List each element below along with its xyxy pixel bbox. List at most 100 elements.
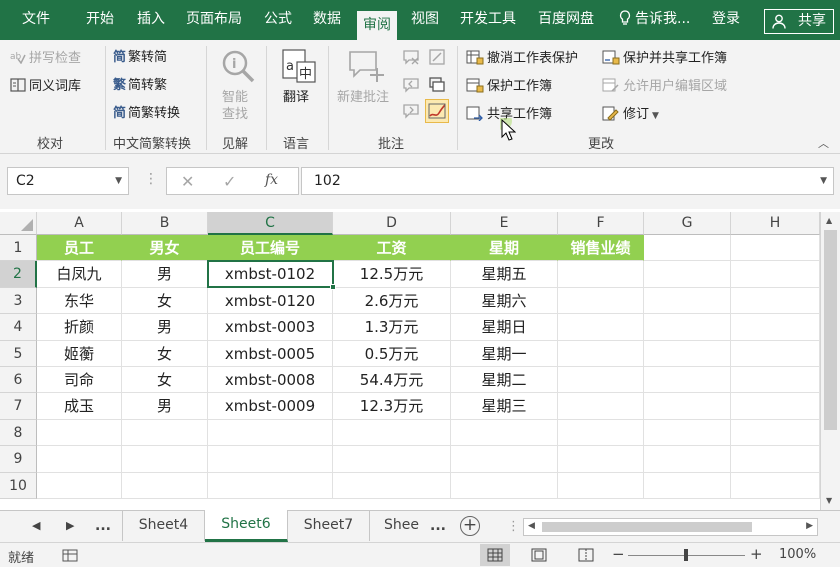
- insert-function-icon[interactable]: fx: [265, 172, 278, 188]
- cell-c10[interactable]: [208, 472, 333, 499]
- column-header-e[interactable]: E: [451, 212, 558, 235]
- cell-g2[interactable]: [644, 261, 731, 288]
- edit-comment-button[interactable]: [428, 48, 446, 70]
- row-header-3[interactable]: 3: [0, 287, 37, 315]
- cell-g7[interactable]: [644, 393, 731, 420]
- cell-a2[interactable]: 白凤九: [37, 261, 122, 288]
- more-tabs-right[interactable]: ...: [430, 511, 446, 541]
- cell-f7[interactable]: [558, 393, 644, 420]
- cell-h4[interactable]: [731, 314, 820, 341]
- row-header-10[interactable]: 10: [0, 472, 37, 499]
- cell-c4[interactable]: xmbst-0003: [208, 314, 333, 341]
- cell-b4[interactable]: 男: [122, 314, 208, 341]
- sheet-tab[interactable]: Sheet4: [122, 511, 205, 541]
- cell-f6[interactable]: [558, 367, 644, 394]
- chinese-convert-button[interactable]: 简简繁转换: [113, 106, 180, 122]
- cell-e9[interactable]: [451, 446, 558, 473]
- h-scroll-thumb[interactable]: [542, 522, 752, 532]
- cell-e2[interactable]: 星期五: [451, 261, 558, 288]
- chevron-down-icon[interactable]: ▼: [115, 168, 122, 194]
- cell-d8[interactable]: [333, 419, 451, 447]
- cell-c2[interactable]: xmbst-0102: [208, 261, 333, 288]
- scroll-thumb[interactable]: [824, 230, 837, 430]
- cell-f8[interactable]: [558, 419, 644, 447]
- tab-baidu-netdisk[interactable]: 百度网盘: [538, 0, 594, 40]
- cell-b10[interactable]: [122, 472, 208, 499]
- smart-lookup-button[interactable]: i: [220, 48, 256, 88]
- tab-review[interactable]: 审阅: [357, 11, 397, 40]
- column-header-b[interactable]: B: [122, 212, 208, 235]
- cell-b5[interactable]: 女: [122, 340, 208, 367]
- row-header-2[interactable]: 2: [0, 261, 37, 288]
- cell-f5[interactable]: [558, 340, 644, 367]
- to-traditional-button[interactable]: 繁简转繁: [113, 78, 167, 94]
- zoom-out-button[interactable]: −: [612, 545, 625, 563]
- cell-a9[interactable]: [37, 446, 122, 473]
- select-all-corner[interactable]: [0, 212, 37, 235]
- page-layout-view-icon[interactable]: [531, 548, 547, 562]
- tab-page-layout[interactable]: 页面布局: [186, 0, 242, 40]
- tab-data[interactable]: 数据: [313, 0, 341, 40]
- previous-comment-button[interactable]: [402, 76, 420, 98]
- cell-e5[interactable]: 星期一: [451, 340, 558, 367]
- scroll-tabs-left-icon[interactable]: ◀: [32, 511, 40, 541]
- delete-comment-button[interactable]: [402, 48, 420, 70]
- track-changes-button[interactable]: 修订 ▼: [602, 106, 659, 124]
- cell-e3[interactable]: 星期六: [451, 287, 558, 315]
- cell-d6[interactable]: 54.4万元: [333, 367, 451, 394]
- cell-d4[interactable]: 1.3万元: [333, 314, 451, 341]
- horizontal-scrollbar[interactable]: ◀ ▶: [523, 518, 818, 536]
- thesaurus-button[interactable]: 同义词库: [10, 78, 81, 95]
- cell-h6[interactable]: [731, 367, 820, 394]
- column-header-g[interactable]: G: [644, 212, 731, 235]
- unprotect-sheet-button[interactable]: 撤消工作表保护: [466, 50, 578, 67]
- cell-d7[interactable]: 12.3万元: [333, 393, 451, 420]
- cell-c9[interactable]: [208, 446, 333, 473]
- login-link[interactable]: 登录: [712, 0, 740, 40]
- cell-e6[interactable]: 星期二: [451, 367, 558, 394]
- formula-input[interactable]: 102 ▼: [301, 167, 834, 195]
- expand-formula-icon[interactable]: ▼: [820, 168, 827, 194]
- cell-c3[interactable]: xmbst-0120: [208, 287, 333, 315]
- macro-record-icon[interactable]: [62, 549, 78, 562]
- zoom-in-button[interactable]: +: [750, 545, 763, 563]
- show-ink-button[interactable]: [425, 99, 449, 123]
- cell-f2[interactable]: [558, 261, 644, 288]
- cell-f4[interactable]: [558, 314, 644, 341]
- row-header-7[interactable]: 7: [0, 393, 37, 420]
- cell-d3[interactable]: 2.6万元: [333, 287, 451, 315]
- row-header-9[interactable]: 9: [0, 446, 37, 473]
- cell-e7[interactable]: 星期三: [451, 393, 558, 420]
- column-header-a[interactable]: A: [37, 212, 122, 235]
- translate-button[interactable]: a中: [281, 48, 317, 90]
- scroll-tabs-right-icon[interactable]: ▶: [66, 511, 74, 541]
- column-header-d[interactable]: D: [333, 212, 451, 235]
- sheet-tab[interactable]: Shee: [370, 511, 426, 541]
- cell-c1[interactable]: 员工编号: [208, 235, 333, 262]
- cell-a3[interactable]: 东华: [37, 287, 122, 315]
- cell-a10[interactable]: [37, 472, 122, 499]
- share-button[interactable]: 共享: [764, 9, 834, 34]
- cell-h5[interactable]: [731, 340, 820, 367]
- tab-view[interactable]: 视图: [411, 0, 439, 40]
- row-header-1[interactable]: 1: [0, 235, 37, 262]
- row-header-6[interactable]: 6: [0, 367, 37, 394]
- cell-d5[interactable]: 0.5万元: [333, 340, 451, 367]
- cell-d10[interactable]: [333, 472, 451, 499]
- cell-b1[interactable]: 男女: [122, 235, 208, 262]
- cell-h1[interactable]: [731, 235, 820, 262]
- cell-b2[interactable]: 男: [122, 261, 208, 288]
- scroll-up-icon[interactable]: ▲: [826, 216, 832, 225]
- cell-c6[interactable]: xmbst-0008: [208, 367, 333, 394]
- cell-a7[interactable]: 成玉: [37, 393, 122, 420]
- enter-icon[interactable]: ✓: [223, 172, 236, 191]
- spell-check-button[interactable]: ab 拼写检查: [10, 50, 81, 67]
- tab-split-handle[interactable]: ⋮: [507, 519, 520, 534]
- cell-b6[interactable]: 女: [122, 367, 208, 394]
- cell-c7[interactable]: xmbst-0009: [208, 393, 333, 420]
- vertical-scrollbar[interactable]: ▲ ▼: [820, 212, 840, 510]
- tab-file[interactable]: 文件: [22, 0, 50, 40]
- row-header-5[interactable]: 5: [0, 340, 37, 367]
- cell-f10[interactable]: [558, 472, 644, 499]
- cell-b9[interactable]: [122, 446, 208, 473]
